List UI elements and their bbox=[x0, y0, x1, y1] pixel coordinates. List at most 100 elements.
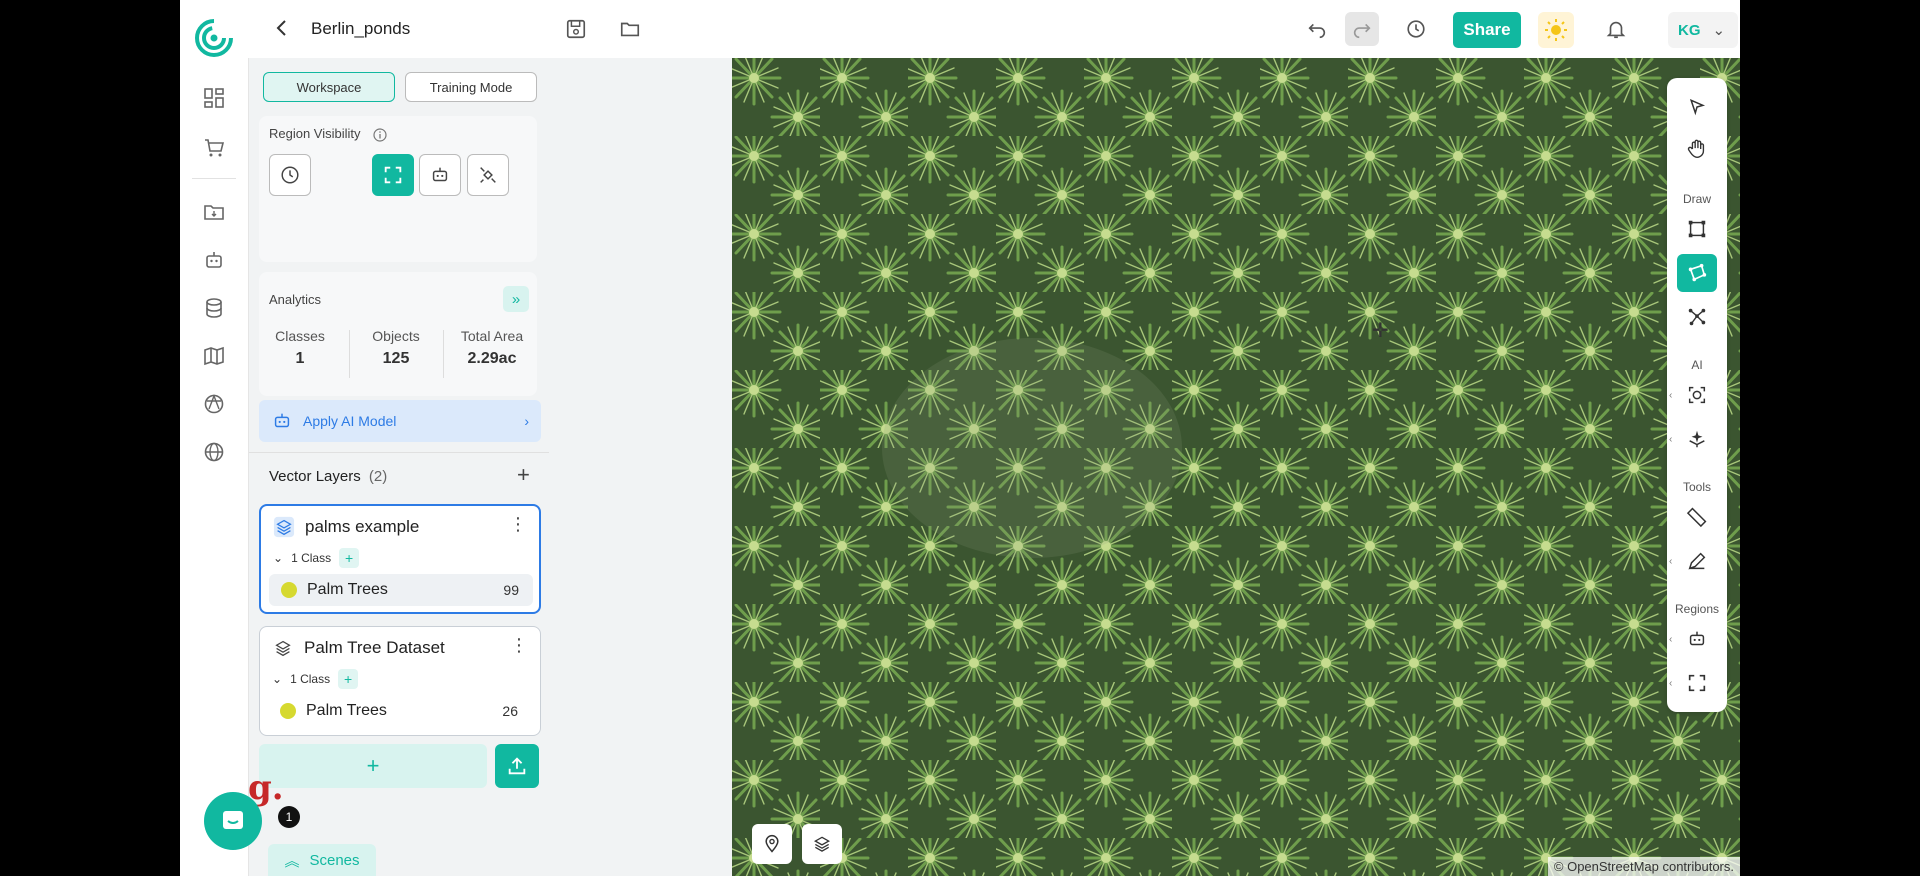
globe-grid-icon[interactable] bbox=[202, 392, 226, 416]
pen-icon bbox=[1688, 552, 1706, 570]
ruler-icon bbox=[1686, 507, 1707, 528]
vector-layer-card[interactable]: palms example ⋮ ⌄ 1 Class + Palm Trees 9… bbox=[259, 504, 541, 614]
class-count: 1 Class bbox=[291, 551, 332, 565]
class-object-count: 26 bbox=[502, 703, 518, 719]
chevron-left-icon[interactable]: ‹ bbox=[1669, 634, 1672, 645]
full-extent-button[interactable] bbox=[372, 154, 414, 196]
history-icon[interactable] bbox=[1402, 15, 1430, 43]
polygon-icon bbox=[1688, 263, 1707, 282]
expand-icon bbox=[1688, 674, 1706, 692]
add-class-plus-icon[interactable]: + bbox=[338, 669, 359, 689]
time-filter-button[interactable] bbox=[269, 154, 311, 196]
data-folder-icon[interactable] bbox=[202, 200, 226, 224]
robot-icon bbox=[274, 413, 290, 428]
chevron-down-icon[interactable]: ⌄ bbox=[273, 551, 283, 565]
tab-workspace[interactable]: Workspace bbox=[263, 72, 395, 102]
location-pin-icon bbox=[765, 834, 779, 853]
robot-icon bbox=[1689, 631, 1705, 646]
class-count-row: ⌄ 1 Class + bbox=[272, 669, 359, 689]
ai-magic-tool[interactable] bbox=[1677, 420, 1717, 458]
chevron-left-icon[interactable]: ‹ bbox=[1669, 556, 1672, 567]
dashboard-icon[interactable] bbox=[202, 86, 226, 110]
notifications-bell-icon[interactable] bbox=[1602, 15, 1630, 43]
vector-layer-card[interactable]: Palm Tree Dataset ⋮ ⌄ 1 Class + Palm Tre… bbox=[259, 626, 541, 736]
palm-plantation-imagery bbox=[732, 58, 1740, 876]
class-count-row: ⌄ 1 Class + bbox=[273, 548, 360, 568]
layers-icon bbox=[273, 516, 295, 538]
map-canvas[interactable]: ✛ © OpenStreetMap contributors. bbox=[732, 58, 1740, 876]
user-initials: KG bbox=[1678, 21, 1701, 39]
nodes-icon bbox=[1688, 308, 1706, 326]
stat-label: Total Area bbox=[460, 328, 524, 344]
robot-region-button[interactable] bbox=[419, 154, 461, 196]
class-object-count: 99 bbox=[503, 582, 519, 598]
apply-ai-model-button[interactable]: Apply AI Model › bbox=[259, 400, 541, 442]
user-menu[interactable]: KG ⌄ bbox=[1668, 12, 1738, 48]
project-title: Berlin_ponds bbox=[311, 19, 411, 38]
layer-name: Palm Tree Dataset bbox=[304, 638, 445, 657]
add-layer-button[interactable]: + bbox=[259, 744, 487, 788]
save-icon[interactable] bbox=[562, 15, 590, 43]
pan-hand-tool[interactable] bbox=[1677, 130, 1717, 168]
add-class-plus-icon[interactable]: + bbox=[339, 548, 360, 568]
share-button[interactable]: Share bbox=[1453, 12, 1521, 48]
satellite-region-button[interactable] bbox=[467, 154, 509, 196]
measure-ruler-tool[interactable] bbox=[1677, 498, 1717, 536]
app-logo-icon[interactable] bbox=[194, 18, 234, 58]
expand-analytics-chevrons-icon[interactable]: » bbox=[503, 286, 529, 312]
annotate-pen-tool[interactable] bbox=[1677, 542, 1717, 580]
chat-support-button[interactable] bbox=[204, 792, 262, 850]
info-icon[interactable] bbox=[373, 128, 387, 142]
cursor-crosshair-icon: ✛ bbox=[1372, 320, 1389, 342]
chat-notification-badge: 1 bbox=[278, 806, 300, 828]
scenes-button[interactable]: ︽ Scenes bbox=[268, 844, 376, 876]
app-window: Berlin_ponds Share KG ⌄ Workspace Traini… bbox=[180, 0, 1740, 876]
focus-target-icon bbox=[1688, 386, 1706, 404]
region-robot-tool[interactable] bbox=[1677, 620, 1717, 658]
layer-name: palms example bbox=[305, 517, 420, 536]
class-color-dot bbox=[280, 703, 296, 719]
chevron-left-icon[interactable]: ‹ bbox=[1669, 678, 1672, 689]
class-item[interactable]: Palm Trees 26 bbox=[268, 695, 532, 727]
map-attribution[interactable]: © OpenStreetMap contributors. bbox=[1547, 857, 1740, 876]
class-item[interactable]: Palm Trees 99 bbox=[269, 574, 533, 606]
select-cursor-tool[interactable] bbox=[1677, 88, 1717, 126]
ai-detect-tool[interactable] bbox=[1677, 376, 1717, 414]
add-vector-layer-plus-icon[interactable]: + bbox=[517, 462, 530, 488]
node-edit-tool[interactable] bbox=[1677, 298, 1717, 336]
upload-button[interactable] bbox=[495, 744, 539, 788]
database-icon[interactable] bbox=[202, 296, 226, 320]
bounding-box-icon bbox=[1688, 220, 1706, 238]
basemap-layers-button[interactable] bbox=[802, 824, 842, 864]
kebab-menu-icon[interactable]: ⋮ bbox=[510, 635, 528, 656]
chevron-down-icon[interactable]: ⌄ bbox=[272, 672, 282, 686]
kebab-menu-icon[interactable]: ⋮ bbox=[509, 514, 527, 535]
region-extent-tool[interactable] bbox=[1677, 664, 1717, 702]
back-arrow-icon[interactable] bbox=[270, 16, 294, 40]
expand-icon bbox=[384, 166, 402, 184]
theme-toggle-sun-icon[interactable] bbox=[1538, 12, 1574, 48]
satellite-icon bbox=[480, 167, 496, 183]
hand-icon bbox=[1687, 139, 1705, 158]
magic-wand-icon bbox=[1689, 430, 1705, 448]
rectangle-draw-tool[interactable] bbox=[1677, 210, 1717, 248]
undo-icon[interactable] bbox=[1303, 15, 1331, 43]
workspace-panel: Workspace Training Mode Region Visibilit… bbox=[248, 58, 732, 876]
stat-label: Objects bbox=[372, 328, 420, 344]
cart-icon[interactable] bbox=[202, 136, 226, 160]
chevron-left-icon[interactable]: ‹ bbox=[1669, 434, 1672, 445]
robot-icon[interactable] bbox=[202, 248, 226, 272]
chevron-left-icon[interactable]: ‹ bbox=[1669, 390, 1672, 401]
map-icon[interactable] bbox=[202, 344, 226, 368]
left-nav-rail bbox=[180, 58, 248, 876]
polygon-draw-tool[interactable] bbox=[1677, 254, 1717, 292]
tab-training-mode[interactable]: Training Mode bbox=[405, 72, 537, 102]
globe-icon[interactable] bbox=[202, 440, 226, 464]
folder-icon[interactable] bbox=[616, 15, 644, 43]
redo-icon[interactable] bbox=[1345, 12, 1379, 46]
stat-classes: Classes 1 bbox=[269, 328, 331, 368]
locate-pin-button[interactable] bbox=[752, 824, 792, 864]
vector-layers-label: Vector Layers bbox=[269, 468, 361, 485]
top-bar: Berlin_ponds Share KG ⌄ bbox=[180, 0, 1740, 58]
rail-divider bbox=[192, 178, 236, 179]
